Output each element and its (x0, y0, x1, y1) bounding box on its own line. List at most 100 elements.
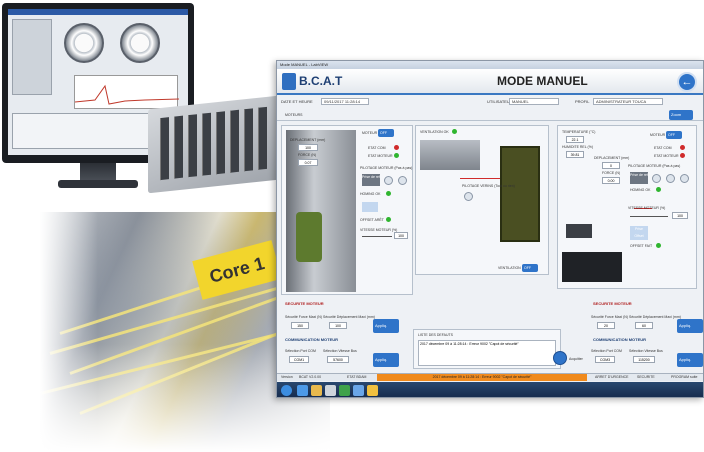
zoom-button[interactable]: Zoom (669, 110, 693, 120)
right-motor-label: MOTEUR (650, 133, 666, 137)
right-settings-button[interactable] (652, 174, 661, 183)
right-force-value: 0.00 (602, 177, 620, 184)
right-motor-pane: TEMPERATURE (°C) 22.1 HUMIDITE REL (%) 3… (557, 125, 697, 289)
app-taskbar-icon[interactable] (353, 385, 364, 396)
right-left-button[interactable] (666, 174, 675, 183)
left-force-value: 0.07 (298, 159, 318, 166)
left-specimen (296, 212, 322, 262)
right-motor-toggle[interactable]: OFF (666, 131, 682, 139)
right-offset-led (656, 243, 661, 248)
left-com-title: COMMUNICATION MOTEUR (285, 337, 339, 342)
left-homing-led (386, 191, 391, 196)
verin-button[interactable] (464, 192, 473, 201)
right-bus-speed-label: Sélection Vitesse Bus (629, 349, 663, 353)
left-port-select[interactable]: COM1 (289, 356, 309, 363)
ventilation-toggle-label: VENTILATION (498, 266, 521, 270)
chassis-slot (174, 115, 183, 179)
left-max-disp-value[interactable]: 100 (329, 322, 347, 329)
labview-icon[interactable] (339, 385, 350, 396)
ventilation-toggle[interactable]: OFF (522, 264, 538, 272)
left-state-motor-led (394, 153, 399, 158)
home-arrow-icon: ← (681, 76, 693, 88)
left-offset-led (386, 217, 391, 222)
app2-taskbar-icon[interactable] (367, 385, 378, 396)
actuator-block (566, 224, 592, 238)
taskbar (277, 382, 703, 397)
left-state-com-led (394, 145, 399, 150)
chassis-slot (202, 112, 211, 176)
fan-housing-model (420, 140, 480, 170)
right-speed-value[interactable]: 100 (672, 212, 688, 219)
fault-entry[interactable]: 2017 décembre 09 à 11:28:14 : Erreur 900… (418, 340, 556, 366)
right-port-label: Sélection Port COM (591, 349, 622, 353)
right-com-title: COMMUNICATION MOTEUR (593, 337, 647, 342)
right-max-disp-value[interactable]: 60 (635, 322, 653, 329)
left-displacement-value: 100 (298, 144, 318, 151)
date-label: DATE ET HEURE (281, 99, 313, 104)
safety-label: SECURITE (637, 375, 655, 379)
faults-title: LISTE DES DEFAUTS (418, 333, 454, 337)
left-prise-offset-button[interactable] (362, 202, 378, 212)
right-bus-speed-select[interactable]: 115200 (633, 356, 655, 363)
window-titlebar: Mode MANUEL - LabVIEW (277, 61, 703, 69)
fan-plate-model (500, 146, 540, 242)
right-port-select[interactable]: COM3 (595, 356, 615, 363)
left-speed-slider[interactable] (362, 236, 392, 237)
right-pilotage-label: PILOTAGE MOTEUR (Pas à pas) (628, 164, 681, 168)
monitor-base (58, 180, 138, 188)
right-displacement-value: 0 (602, 162, 620, 169)
app-name: B.C.A.T (299, 74, 343, 88)
left-safety-title: SECURITE MOTEUR (285, 301, 324, 306)
alarm-banner: 2017 décembre 09 à 11:28:14 : Erreur 900… (377, 374, 587, 381)
right-state-com-led (680, 145, 685, 150)
right-safety-title: SECURITE MOTEUR (593, 301, 632, 306)
left-max-disp-label: Sécurité Déplacement Maxi (mm) (323, 315, 375, 319)
left-max-force-value[interactable]: 150 (291, 322, 309, 329)
left-down-button[interactable] (384, 176, 393, 185)
right-speed-slider[interactable] (630, 216, 668, 217)
version-value: BCAT V2.0.00 (299, 375, 322, 379)
gauge-right (120, 23, 160, 63)
motor-bar: MOTEURS Zoom (277, 109, 703, 121)
explorer-icon[interactable] (311, 385, 322, 396)
profile-label: PROFIL (575, 99, 590, 104)
left-motor-pane: DEPLACEMENT (mm) 100 FORCE (N) 0.07 MOTE… (281, 125, 413, 295)
bcat-logo-icon (282, 73, 296, 90)
left-prise-ref-button[interactable]: Prise de ref (362, 174, 380, 186)
right-state-motor-label: ETAT MOTEUR (654, 154, 679, 158)
humidity-label: HUMIDITE REL (%) (562, 145, 593, 149)
chassis-slot (188, 114, 197, 178)
chassis-slot (216, 111, 225, 175)
left-state-motor-label: ETAT MOTEUR (368, 154, 393, 158)
acknowledge-label: Acquitter (569, 357, 583, 361)
state-bdam-label: ETAT BDAM (347, 375, 367, 379)
left-state-com-label: ETAT COM (368, 146, 386, 150)
right-force-label: FORCE (N) (602, 171, 621, 175)
start-button-icon[interactable] (281, 385, 292, 396)
left-speed-value[interactable]: 100 (394, 232, 408, 239)
right-prise-ref-button[interactable]: Prise de ref (630, 172, 648, 184)
right-com-apply-button[interactable]: Appliq. (677, 353, 703, 367)
right-prise-offset-button[interactable]: Prise Offset (630, 226, 648, 240)
right-max-force-label: Sécurité Force Maxi (N) (591, 315, 628, 319)
left-com-apply-button[interactable]: Appliq. (373, 353, 399, 367)
left-motor-toggle[interactable]: OFF (378, 129, 394, 137)
home-button[interactable]: ← (677, 72, 697, 92)
left-safety-apply-button[interactable]: Appliq. (373, 319, 399, 333)
right-max-disp-label: Sécurité Déplacement Maxi (mm) (629, 315, 681, 319)
right-safety-apply-button[interactable]: Appliq. (677, 319, 703, 333)
chassis-slot (160, 117, 169, 181)
monitor-neck (80, 163, 116, 181)
right-right-button[interactable] (680, 174, 689, 183)
right-max-force-value[interactable]: 20 (597, 322, 615, 329)
chassis-slot (258, 106, 267, 170)
left-max-force-label: Sécurité Force Maxi (N) (285, 315, 322, 319)
acknowledge-button[interactable] (553, 351, 567, 365)
left-up-button[interactable] (398, 176, 407, 185)
ie-icon[interactable] (297, 385, 308, 396)
left-pilotage-label: PILOTAGE MOTEUR (Pas à pas) (360, 166, 413, 170)
left-bus-speed-select[interactable]: 57600 (327, 356, 349, 363)
tool-icon[interactable] (325, 385, 336, 396)
left-speed-label: VITESSE MOTEUR (%) (360, 228, 398, 232)
gauge-left (64, 23, 104, 63)
